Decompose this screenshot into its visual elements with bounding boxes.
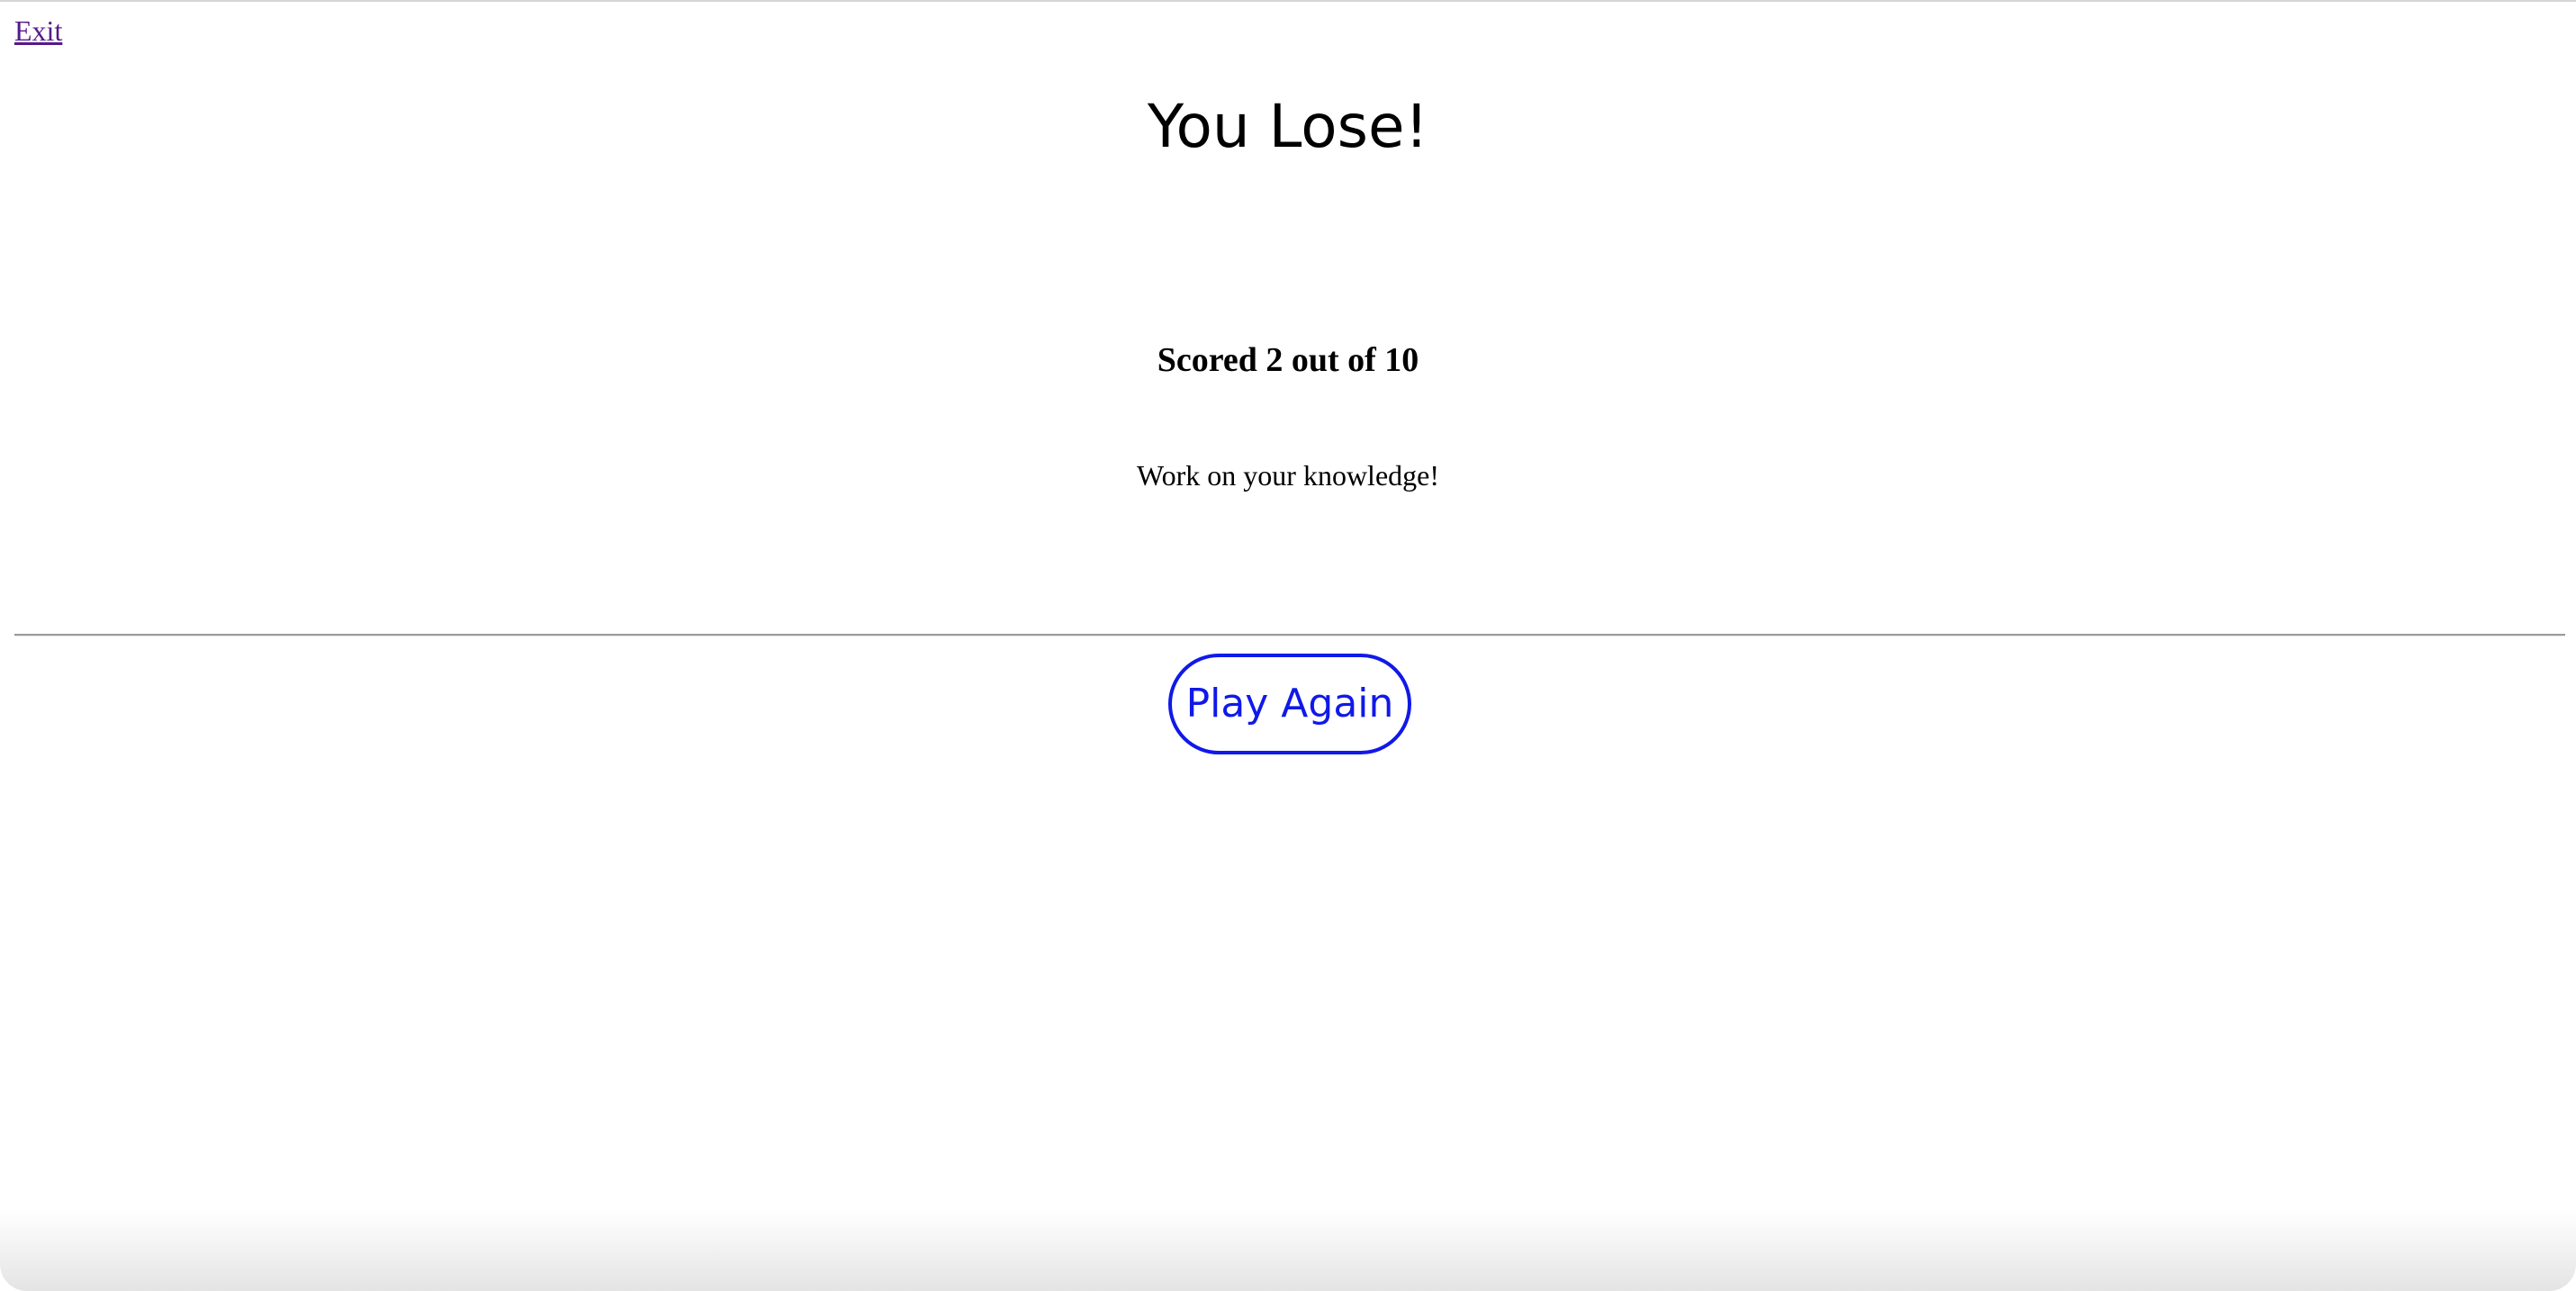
- play-again-button[interactable]: Play Again: [1168, 654, 1411, 754]
- divider: [14, 634, 2565, 636]
- page-title: You Lose!: [1147, 92, 1429, 161]
- window-bottom-shadow: [0, 1210, 2576, 1291]
- feedback-message: Work on your knowledge!: [1136, 459, 1439, 492]
- top-border: [0, 0, 2576, 2]
- exit-link[interactable]: Exit: [14, 13, 62, 49]
- score-summary: Scored 2 out of 10: [1157, 341, 1419, 379]
